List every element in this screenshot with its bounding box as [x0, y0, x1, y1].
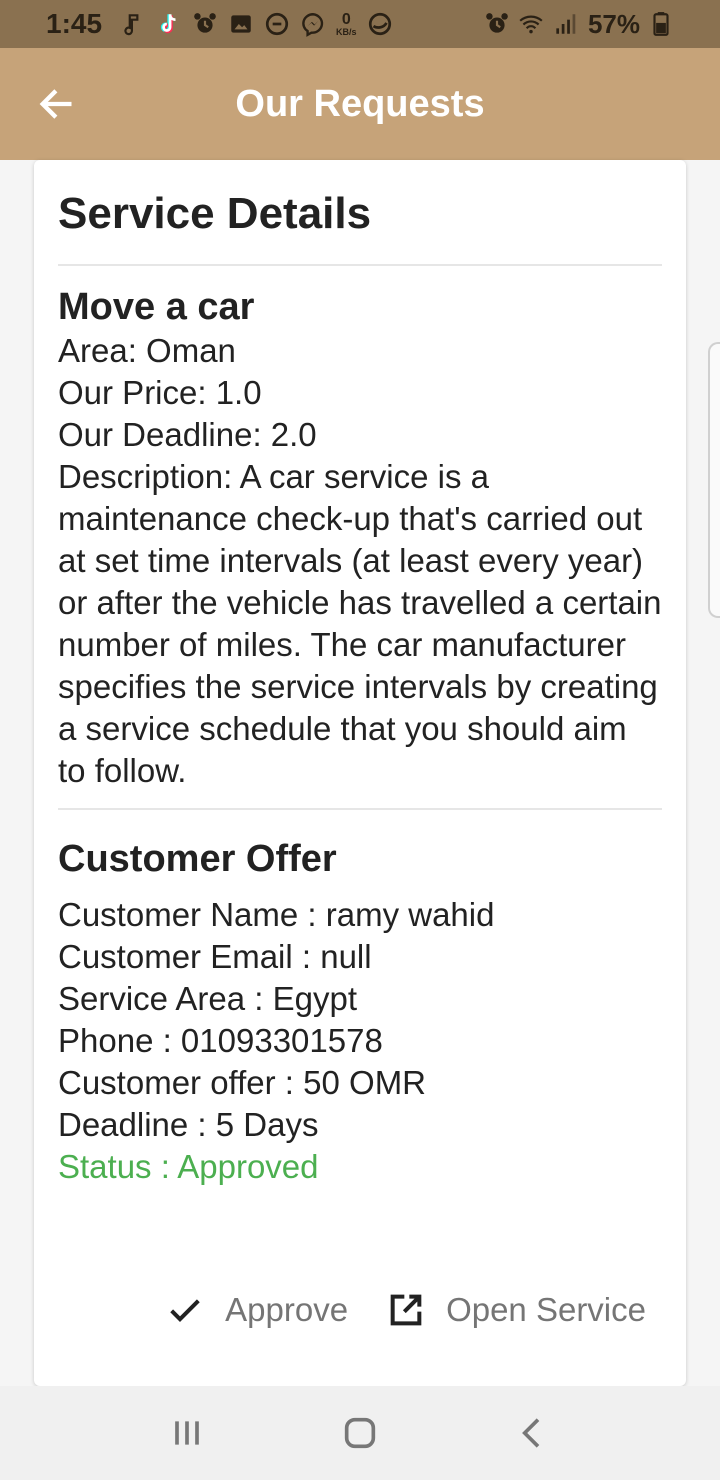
signal-icon: [552, 11, 578, 37]
recent-apps-icon[interactable]: [157, 1403, 217, 1463]
status-bar: 1:45 0 KB/s 57%: [0, 0, 720, 48]
back-arrow-icon[interactable]: [34, 82, 78, 126]
open-external-icon: [390, 1294, 422, 1326]
customer-offer-title: Customer Offer: [58, 838, 337, 880]
service-price: Our Price: 1.0: [58, 374, 262, 411]
check-icon: [170, 1299, 200, 1322]
service-deadline: Our Deadline: 2.0: [58, 416, 317, 453]
app-bar: Our Requests: [0, 48, 720, 160]
battery-percentage: 57%: [587, 8, 640, 39]
circle-icon: [264, 11, 290, 37]
wifi-icon: [518, 11, 544, 37]
customer-phone: Phone : 01093301578: [58, 1022, 383, 1059]
approve-button[interactable]: Approve: [165, 1290, 348, 1330]
status-time: 1:45: [46, 8, 103, 39]
divider: [58, 264, 662, 266]
customer-deadline: Deadline : 5 Days: [58, 1106, 319, 1143]
status-badge: Status : Approved: [58, 1148, 319, 1185]
service-area: Area: Oman: [58, 332, 236, 369]
back-icon[interactable]: [503, 1403, 563, 1463]
tiktok-icon: [156, 11, 182, 37]
alarm-icon: [192, 11, 218, 37]
edge-panel-handle[interactable]: [708, 342, 720, 618]
alarm-icon: [484, 11, 510, 37]
system-icons: 57%: [484, 9, 674, 40]
card-heading: Service Details: [58, 189, 372, 238]
approve-label: Approve: [225, 1291, 349, 1328]
music-note-icon: [120, 11, 146, 37]
messenger-icon: [300, 11, 326, 37]
service-details-card: Service Details Move a car Area: Oman Ou…: [34, 160, 686, 1386]
home-icon[interactable]: [330, 1403, 390, 1463]
card-actions: Approve Open Service: [165, 1290, 646, 1330]
service-description: Description: A car service is a maintena…: [58, 458, 662, 789]
open-service-label: Open Service: [446, 1291, 646, 1328]
data-rate-icon: 0 KB/s: [336, 10, 357, 37]
app-icon: [367, 11, 393, 37]
system-nav-bar: [0, 1386, 720, 1480]
customer-email: Customer Email : null: [58, 938, 372, 975]
notification-icons: 0 KB/s: [120, 11, 393, 37]
customer-service-area: Service Area : Egypt: [58, 980, 357, 1017]
service-name: Move a car: [58, 286, 255, 328]
customer-name: Customer Name : ramy wahid: [58, 896, 495, 933]
divider: [58, 808, 662, 810]
customer-offer-amount: Customer offer : 50 OMR: [58, 1064, 427, 1101]
open-service-button[interactable]: Open Service: [386, 1290, 646, 1330]
battery-icon: [648, 11, 674, 37]
image-icon: [228, 11, 254, 37]
page-title: Our Requests: [235, 82, 485, 125]
